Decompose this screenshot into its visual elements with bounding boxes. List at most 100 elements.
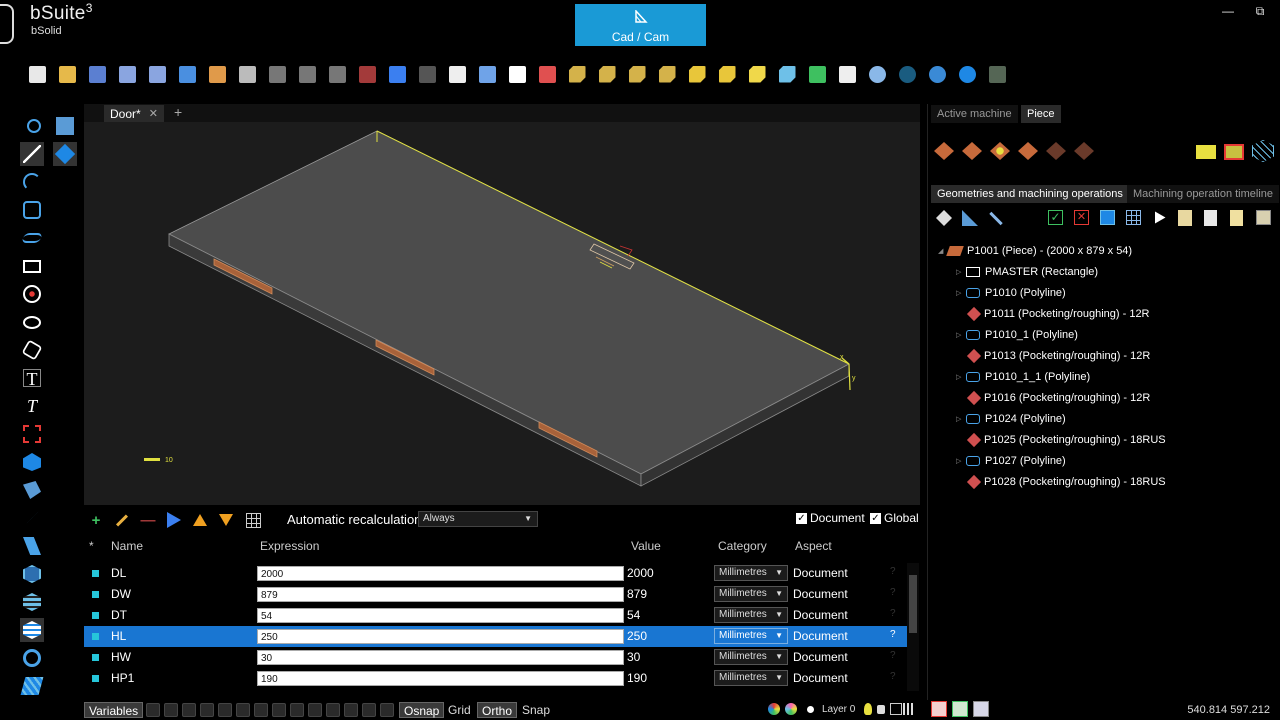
piece-tool-9[interactable]	[1252, 140, 1276, 164]
tree-item[interactable]: P1016 (Pocketing/roughing) - 12R	[956, 389, 1150, 407]
help-icon[interactable]: ?	[890, 629, 896, 640]
move-button[interactable]	[442, 60, 472, 88]
region-tool[interactable]	[20, 422, 44, 446]
variable-category-dropdown[interactable]: Millimetres ▼	[714, 586, 788, 602]
select-button[interactable]	[802, 60, 832, 88]
circle-tool[interactable]	[20, 282, 44, 306]
tree-item[interactable]: ▷ P1010 (Polyline)	[956, 284, 1066, 302]
view-left-button[interactable]	[622, 60, 652, 88]
rectangle-tool[interactable]	[20, 254, 44, 278]
variable-row[interactable]: HL 250 250 Millimetres ▼ Document?	[84, 626, 907, 647]
snap-endpoint-icon[interactable]	[146, 703, 160, 717]
help-icon[interactable]: ?	[890, 608, 896, 619]
torus-tool[interactable]	[20, 646, 44, 670]
help-button[interactable]	[952, 60, 982, 88]
polygon-tool[interactable]	[20, 338, 44, 362]
maximize-button[interactable]: ⧉	[1252, 4, 1268, 19]
delete-button[interactable]	[352, 60, 382, 88]
global-checkbox[interactable]: ✓ Global	[870, 511, 919, 525]
view-mode-1-icon[interactable]	[931, 701, 947, 717]
hatch-icon[interactable]	[903, 703, 915, 715]
move-down-button[interactable]	[217, 511, 235, 529]
piece-tool-2[interactable]	[962, 142, 984, 162]
polyline-tool[interactable]	[20, 198, 44, 222]
tree-expander-icon[interactable]: ▷	[956, 331, 966, 339]
piece-tool-6[interactable]	[1074, 142, 1096, 162]
piece-tool-1[interactable]	[934, 142, 956, 162]
point-tool[interactable]	[22, 114, 46, 138]
tree-item[interactable]: ▷ P1010_1_1 (Polyline)	[956, 368, 1090, 386]
run-button[interactable]	[1152, 210, 1170, 228]
image-tool[interactable]	[53, 114, 77, 138]
notes-button[interactable]	[1230, 210, 1248, 228]
view-mode-2-icon[interactable]	[952, 701, 968, 717]
tree-expander-icon[interactable]: ▷	[956, 289, 966, 297]
view-3d-button[interactable]	[772, 60, 802, 88]
help-icon[interactable]: ?	[890, 650, 896, 661]
loft-tool[interactable]	[20, 534, 44, 558]
undo-button[interactable]	[382, 60, 412, 88]
close-tab-icon[interactable]: ✕	[149, 107, 158, 120]
refresh-ops-button[interactable]	[1100, 210, 1118, 228]
variable-category-dropdown[interactable]: Millimetres ▼	[714, 670, 788, 686]
tab-operation-timeline[interactable]: Machining operation timeline	[1127, 185, 1280, 203]
tree-expander-icon[interactable]: ▷	[956, 415, 966, 423]
export-ops-button[interactable]	[1178, 210, 1196, 228]
save-button[interactable]	[82, 60, 112, 88]
edit-variable-button[interactable]	[113, 511, 131, 529]
snap-center-icon[interactable]	[182, 703, 196, 717]
palette-icon[interactable]	[785, 703, 797, 715]
pan-button[interactable]	[502, 60, 532, 88]
copy-button[interactable]	[292, 60, 322, 88]
snap-quadrant-icon[interactable]	[272, 703, 286, 717]
view-right-button[interactable]	[652, 60, 682, 88]
piece-tool-8[interactable]	[1224, 142, 1246, 162]
variable-row[interactable]: DL 2000 2000 Millimetres ▼ Document?	[84, 563, 907, 584]
snap-extension-icon[interactable]	[308, 703, 322, 717]
tree-item[interactable]: ◢ P1001 (Piece) - (2000 x 879 x 54)	[938, 242, 1132, 260]
snap-node-icon[interactable]	[290, 703, 304, 717]
variable-row[interactable]: HW 30 30 Millimetres ▼ Document?	[84, 647, 907, 668]
tree-expander-icon[interactable]: ▷	[956, 457, 966, 465]
solid-tool[interactable]	[53, 142, 77, 166]
add-variable-button[interactable]: +	[87, 511, 105, 529]
variable-category-dropdown[interactable]: Millimetres ▼	[714, 649, 788, 665]
tree-expander-icon[interactable]: ▷	[956, 268, 966, 276]
variable-expression-input[interactable]: 250	[257, 629, 624, 644]
snap-apparent-icon[interactable]	[362, 703, 376, 717]
text-tool[interactable]: T	[20, 366, 44, 390]
help-icon[interactable]: ?	[890, 566, 896, 577]
variable-expression-input[interactable]: 190	[257, 671, 624, 686]
tree-item[interactable]: P1028 (Pocketing/roughing) - 18RUS	[956, 473, 1166, 491]
column-aspect[interactable]: Aspect	[795, 539, 832, 553]
arc-tool[interactable]	[20, 170, 44, 194]
paste-button[interactable]	[322, 60, 352, 88]
enable-button[interactable]: ✓	[1048, 210, 1066, 228]
earth-button[interactable]	[922, 60, 952, 88]
snap-intersection-icon[interactable]	[200, 703, 214, 717]
tree-item[interactable]: ▷ PMASTER (Rectangle)	[956, 263, 1098, 281]
sphere-button[interactable]	[892, 60, 922, 88]
tab-geometries-operations[interactable]: Geometries and machining operations	[931, 185, 1129, 203]
globe-grid-button[interactable]	[862, 60, 892, 88]
table-view-button[interactable]	[244, 511, 262, 529]
snap-parallel-icon[interactable]	[344, 703, 358, 717]
tree-item[interactable]: P1025 (Pocketing/roughing) - 18RUS	[956, 431, 1166, 449]
export-button[interactable]	[202, 60, 232, 88]
measure-button[interactable]	[962, 210, 980, 228]
tree-expander-icon[interactable]: ▷	[956, 373, 966, 381]
variables-toggle[interactable]: Variables	[84, 702, 144, 718]
remove-variable-button[interactable]: —	[139, 511, 157, 529]
move-variable-button[interactable]	[165, 511, 183, 529]
disable-button[interactable]: ✕	[1074, 210, 1092, 228]
variables-scrollbar[interactable]	[907, 563, 919, 691]
cad-cam-mode-button[interactable]: Cad / Cam	[575, 4, 706, 46]
tree-item[interactable]: ▷ P1024 (Polyline)	[956, 410, 1066, 428]
text-curve-tool[interactable]: T	[20, 394, 44, 418]
box-tool[interactable]	[20, 562, 44, 586]
scrollbar-thumb[interactable]	[909, 575, 917, 633]
document-button[interactable]	[1204, 210, 1222, 228]
view-iso-button[interactable]	[742, 60, 772, 88]
view-mode-3-icon[interactable]	[973, 701, 989, 717]
variable-row[interactable]: DT 54 54 Millimetres ▼ Document?	[84, 605, 907, 626]
